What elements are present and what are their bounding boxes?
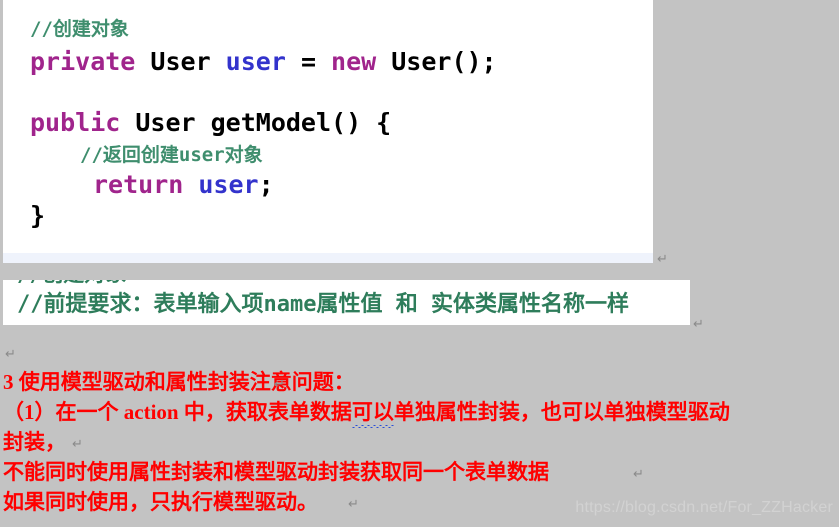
notes-item-2: 不能同时使用属性封装和模型驱动封装获取同一个表单数据	[3, 460, 549, 484]
notes-item-3: 如果同时使用，只执行模型驱动。	[3, 490, 318, 514]
token-keyword-public: public	[30, 108, 121, 137]
token-semicolon: ;	[258, 170, 274, 199]
token-var-user-return: user	[198, 170, 259, 199]
code-line-private-user: private User user = new User();	[3, 39, 653, 74]
token-keyword-new: new	[331, 47, 377, 76]
paragraph-mark-heading: ↵	[274, 377, 285, 392]
token-equals: =	[285, 47, 332, 76]
paragraph-mark-after-code-1: ↵	[657, 252, 668, 267]
paragraph-mark-after-code-2: ↵	[693, 317, 704, 332]
code-lines-1: //创建对象 private User user = new User(); p…	[3, 0, 653, 229]
token-constructor-call: User();	[376, 47, 497, 76]
token-type-user: User	[135, 47, 226, 76]
token-keyword-return: return	[93, 170, 184, 199]
csdn-watermark: https://blog.csdn.net/For_ZZHacker	[575, 499, 833, 516]
code-block-1-bottom-strip	[3, 253, 653, 263]
code-lines-2: //创建对象 //前提要求：表单输入项name属性值 和 实体类属性名称一样	[3, 280, 690, 316]
paragraph-mark-item-1: ↵	[72, 437, 83, 452]
notes-item-1-line-1: （1）在一个 action 中，获取表单数据可以单独属性封装，也可以单独模型驱动	[3, 396, 730, 428]
notes-item-1-text-b: 单独属性封装，也可以单独模型驱动	[393, 400, 730, 424]
token-closing-brace: }	[30, 201, 46, 230]
notes-item-1-text-a: （1）在一个 action 中，获取表单数据	[3, 400, 352, 424]
document-page: //创建对象 private User user = new User(); p…	[0, 0, 839, 527]
token-method-signature: User getModel() {	[120, 108, 392, 137]
code-line-closing-brace: }	[3, 197, 653, 228]
code-block-model-driven: //创建对象 private User user = new User(); p…	[3, 0, 653, 263]
code-line-public-getmodel: public User getModel() {	[3, 102, 653, 135]
code-block-form-requirement: //创建对象 //前提要求：表单输入项name属性值 和 实体类属性名称一样	[3, 280, 690, 325]
token-var-user: user	[225, 47, 286, 76]
paragraph-mark-item-3: ↵	[348, 497, 359, 512]
paragraph-mark-empty-line: ↵	[5, 347, 16, 362]
notes-item-1-line-2: 封装，	[3, 430, 66, 454]
code-line-comment-form-name-rule: //前提要求：表单输入项name属性值 和 实体类属性名称一样	[17, 292, 629, 317]
token-keyword-private: private	[30, 47, 136, 76]
notes-heading: 3 使用模型驱动和属性封装注意问题：	[3, 370, 355, 394]
code-line-comment-create-object: //创建对象	[30, 18, 129, 40]
code-line-comment-return-user: //返回创建user对象	[80, 144, 263, 166]
paragraph-mark-item-2: ↵	[633, 467, 644, 482]
notes-item-1-spellcheck-span: 可以	[351, 396, 394, 428]
code-line-return-user: return user;	[3, 165, 653, 197]
